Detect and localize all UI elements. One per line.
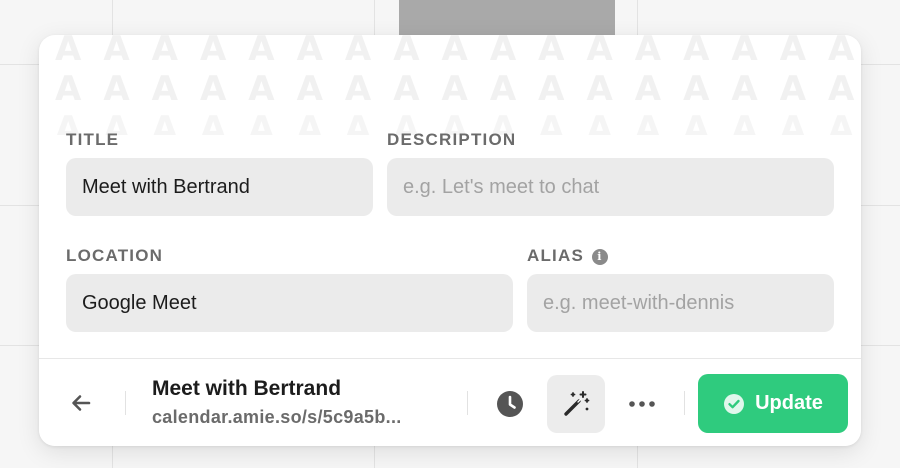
- location-field[interactable]: Google Meet: [66, 274, 513, 332]
- update-button[interactable]: Update: [698, 374, 848, 433]
- more-icon: [629, 401, 655, 407]
- clock-icon: [497, 391, 523, 417]
- location-value: Google Meet: [82, 291, 197, 314]
- decorative-pattern: AAAAAAAAAAAAAAAAAA AAAAAAAAAAAAAAAAAA AA…: [39, 35, 861, 135]
- alias-field[interactable]: e.g. meet-with-dennis: [527, 274, 834, 332]
- divider: [125, 391, 126, 415]
- title-field[interactable]: Meet with Bertrand: [66, 158, 373, 216]
- pattern-row: AAAAAAAAAAAAAAAAAA: [55, 69, 861, 109]
- info-icon[interactable]: i: [592, 248, 608, 265]
- alias-label-text: ALIAS: [527, 246, 584, 265]
- divider: [684, 391, 685, 415]
- pattern-row: AAAAAAAAAAAAAAAAAA: [55, 35, 861, 69]
- back-button[interactable]: [61, 383, 101, 423]
- magic-button[interactable]: [547, 375, 605, 433]
- divider: [467, 391, 468, 415]
- event-link[interactable]: calendar.amie.so/s/5c9a5b...: [152, 407, 402, 428]
- popover-footer: Meet with Bertrand calendar.amie.so/s/5c…: [39, 358, 861, 446]
- description-placeholder: e.g. Let's meet to chat: [403, 175, 600, 198]
- location-label: LOCATION: [66, 246, 164, 265]
- event-title: Meet with Bertrand: [152, 377, 342, 400]
- duration-button[interactable]: [481, 375, 539, 433]
- calendar-event-block[interactable]: [399, 0, 615, 40]
- back-arrow-icon: [72, 395, 91, 411]
- description-label: DESCRIPTION: [387, 130, 517, 149]
- magic-wand-icon: [564, 391, 590, 416]
- title-value: Meet with Bertrand: [82, 175, 250, 198]
- update-label: Update: [755, 392, 823, 414]
- alias-label: ALIAS i: [527, 246, 608, 266]
- more-button[interactable]: [613, 375, 671, 433]
- description-field[interactable]: e.g. Let's meet to chat: [387, 158, 834, 216]
- title-label: TITLE: [66, 130, 120, 149]
- check-circle-icon: [724, 393, 745, 414]
- event-edit-popover: AAAAAAAAAAAAAAAAAA AAAAAAAAAAAAAAAAAA AA…: [39, 35, 861, 446]
- alias-placeholder: e.g. meet-with-dennis: [543, 291, 735, 314]
